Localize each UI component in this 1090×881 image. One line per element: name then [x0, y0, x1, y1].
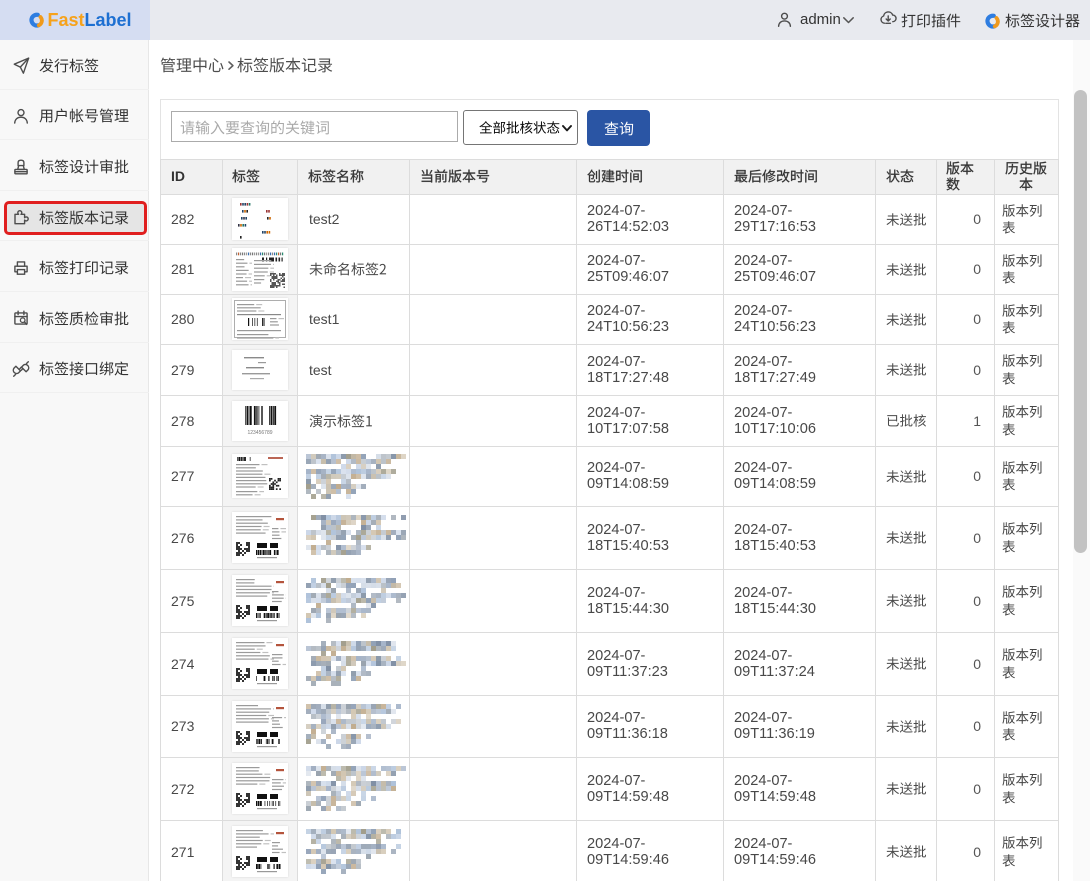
svg-text:123456789: 123456789: [247, 430, 272, 436]
